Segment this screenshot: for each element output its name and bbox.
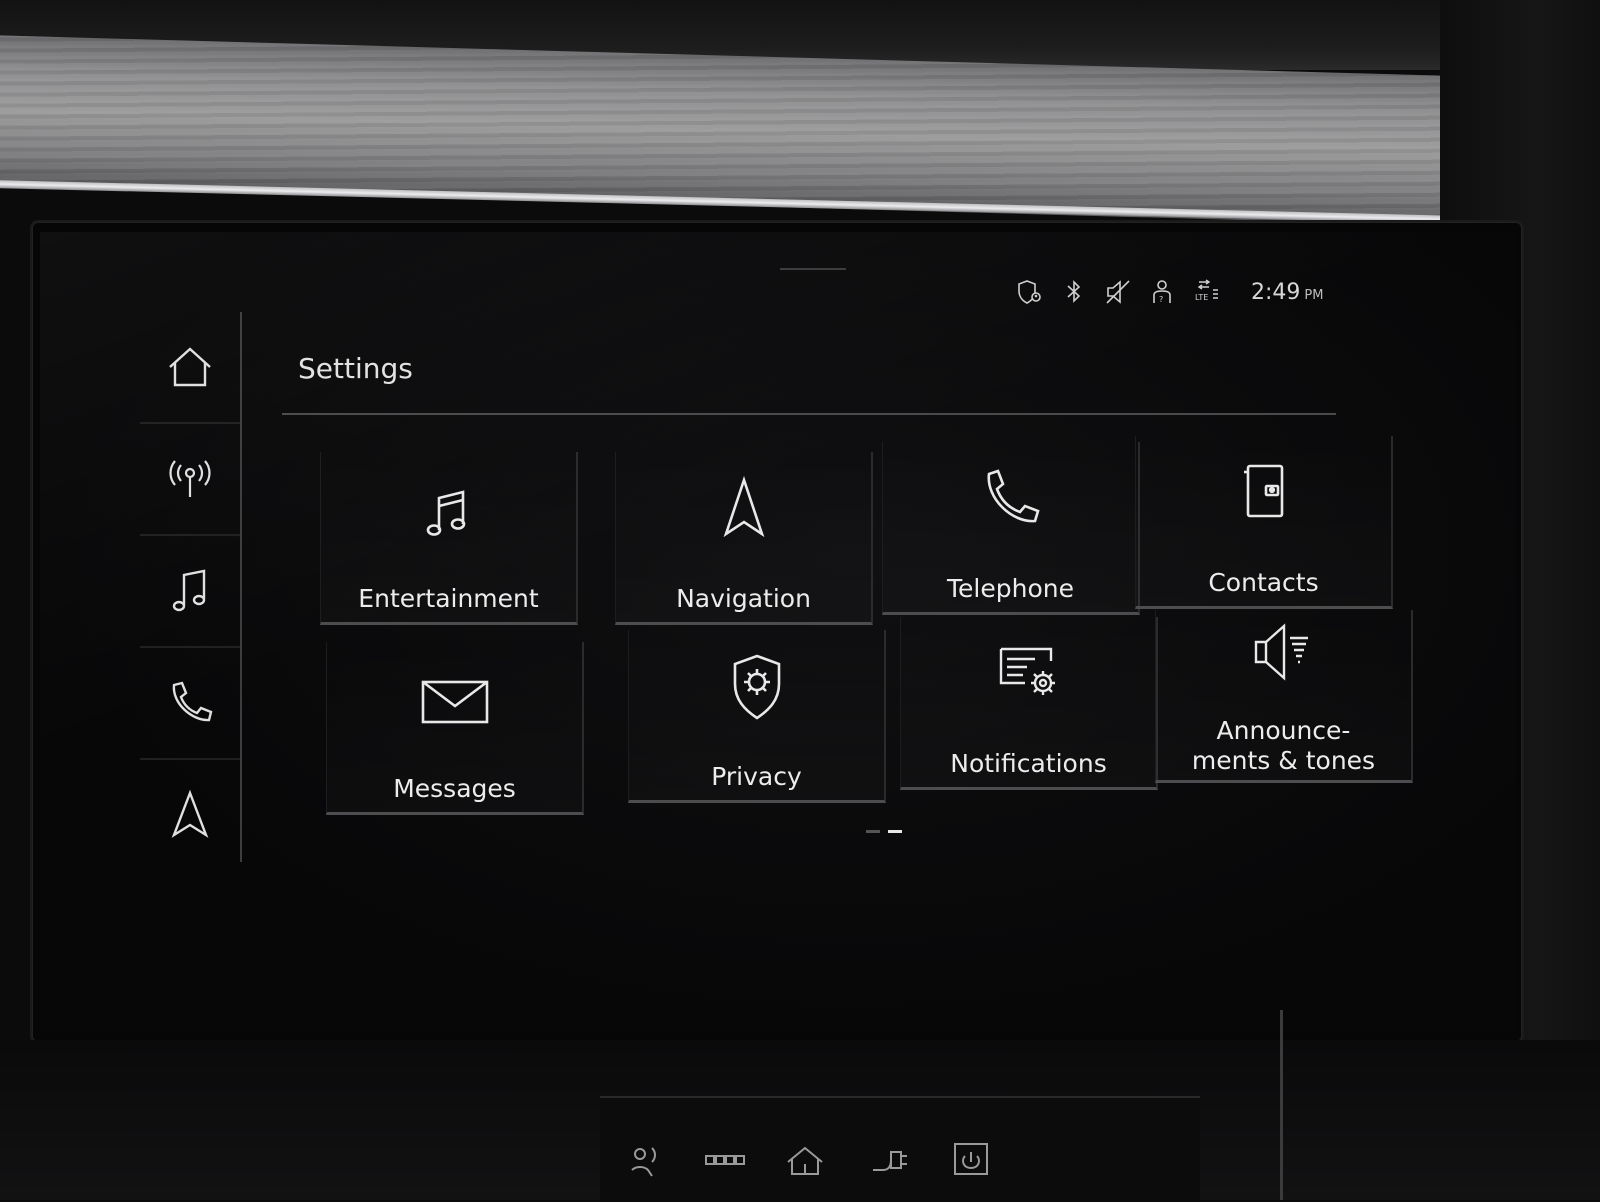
page-indicator — [866, 830, 902, 833]
tile-label: Privacy — [711, 762, 802, 791]
tile-label-line-1: Announce- — [1216, 716, 1351, 745]
music-icon — [172, 569, 206, 612]
tile-label: Contacts — [1208, 568, 1319, 597]
climate-button[interactable] — [610, 1130, 680, 1190]
tile-messages[interactable]: Messages — [326, 642, 584, 815]
rail-home-button[interactable] — [140, 312, 240, 424]
tile-announcements-tones[interactable]: Announce- ments & tones — [1155, 610, 1413, 783]
seat-heat-icon — [705, 1155, 745, 1165]
page-dot-2[interactable] — [888, 830, 902, 833]
radio-icon — [169, 460, 211, 497]
status-bar: ? LTE 2:49 PM — [1015, 272, 1345, 312]
climate-icon — [631, 1147, 656, 1177]
tile-navigation[interactable]: Navigation — [615, 452, 873, 625]
charging-button[interactable] — [855, 1130, 925, 1190]
home-hw-icon — [787, 1146, 823, 1175]
power-button[interactable] — [935, 1130, 1005, 1190]
home-icon — [169, 347, 211, 387]
speaker-icon — [1254, 623, 1308, 681]
tile-label: Messages — [393, 774, 516, 803]
tile-label-multiline: Announce- ments & tones — [1156, 716, 1411, 776]
tile-contacts[interactable]: Contacts — [1135, 436, 1393, 609]
console-divider — [1280, 1010, 1283, 1200]
clock-ampm: PM — [1304, 287, 1324, 303]
tile-label: Entertainment — [358, 584, 539, 613]
tile-label: Notifications — [950, 749, 1107, 778]
envelope-icon — [421, 680, 488, 724]
tile-label: Navigation — [676, 584, 811, 613]
music-note-icon — [426, 490, 465, 536]
tile-privacy[interactable]: Privacy — [628, 630, 886, 803]
clock: 2:49 PM — [1251, 280, 1323, 305]
clock-time: 2:49 — [1251, 279, 1301, 305]
rail-phone-button[interactable] — [140, 648, 240, 760]
charging-plug-icon — [873, 1151, 907, 1171]
rail-navigation-button[interactable] — [140, 760, 240, 870]
rail-music-button[interactable] — [140, 536, 240, 648]
tile-entertainment[interactable]: Entertainment — [320, 452, 578, 625]
rail-radio-button[interactable] — [140, 424, 240, 536]
navigation-icon — [171, 789, 209, 838]
left-rail — [140, 312, 242, 862]
navigation-arrow-icon — [723, 475, 764, 538]
title-divider — [282, 413, 1336, 415]
tile-notifications[interactable]: Notifications — [900, 617, 1158, 790]
mute-icon — [1103, 277, 1133, 307]
tile-label-line-2: ments & tones — [1191, 746, 1376, 775]
privacy-location-icon — [1015, 277, 1045, 307]
svg-text:LTE: LTE — [1195, 293, 1208, 302]
page-dot-1[interactable] — [866, 830, 880, 833]
bluetooth-icon — [1059, 277, 1089, 307]
svg-text:?: ? — [1159, 295, 1163, 304]
contacts-book-icon — [1243, 464, 1283, 518]
tile-label: Telephone — [947, 574, 1074, 603]
notifications-gear-icon — [999, 647, 1055, 695]
tile-telephone[interactable]: Telephone — [882, 442, 1140, 615]
infotainment-screen: ? LTE 2:49 PM Settings Entertainment Nav… — [40, 232, 1516, 1032]
lte-data-icon: LTE — [1191, 277, 1221, 307]
home-hardware-button[interactable] — [770, 1130, 840, 1190]
phone-icon — [172, 681, 213, 722]
page-title: Settings — [298, 352, 413, 385]
pull-down-handle[interactable] — [780, 268, 846, 270]
privacy-shield-icon — [733, 654, 780, 720]
user-icon: ? — [1147, 277, 1177, 307]
seat-heat-button[interactable] — [690, 1130, 760, 1190]
power-icon — [954, 1143, 988, 1175]
phone-handset-icon — [987, 469, 1040, 523]
